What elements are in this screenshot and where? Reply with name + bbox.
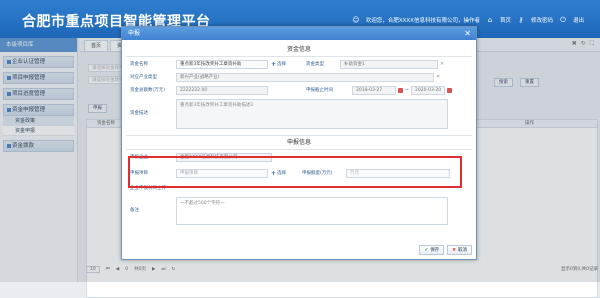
clear-icon[interactable]: ✕ <box>440 60 444 69</box>
button-label: 取消 <box>458 247 467 253</box>
remark-field[interactable]: 一不超过500个字符一 <box>176 197 448 225</box>
cancel-button[interactable]: ✖ 取消 <box>447 245 472 255</box>
key-icon[interactable]: ⚷ <box>517 16 525 24</box>
apply-dialog: 申报 ✕ 资金信息 资金名称 重点新3年技改奖补工章资补助 + 选择 资金类型 补… <box>121 26 477 260</box>
logout-icon[interactable]: ⏻ <box>559 16 567 24</box>
dialog-footer: ✔ 保存 ✖ 取消 <box>419 245 472 255</box>
calendar-icon[interactable] <box>447 88 452 93</box>
date-to-field[interactable]: 2020-03-20 <box>411 86 445 95</box>
amount-field[interactable]: 2222222.00 <box>176 86 268 95</box>
description-label: 资金描述 <box>130 111 148 116</box>
check-icon: ✔ <box>424 247 429 253</box>
industry-field[interactable]: 新兴产业(战略产业) <box>176 73 434 82</box>
dialog-body: 资金信息 资金名称 重点新3年技改奖补工章资补助 + 选择 资金类型 补助资金1 … <box>126 43 472 239</box>
close-icon: ✖ <box>452 247 456 253</box>
fund-type-field[interactable]: 补助资金1 <box>340 60 438 69</box>
save-button[interactable]: ✔ 保存 <box>419 245 445 255</box>
divider <box>126 149 472 150</box>
fund-name-label: 资金名称 <box>130 62 148 67</box>
change-password-link[interactable]: 修改密码 <box>531 16 553 24</box>
remark-label: 备注 <box>130 208 139 213</box>
divider <box>126 56 472 57</box>
dialog-titlebar: 申报 ✕ <box>122 27 476 40</box>
section-apply-info-title: 申报信息 <box>286 139 311 146</box>
header-user-area: ☺ 欢迎您，合肥XXXX信息科技有限公司，操作者 ⌂ 首页 ⚷ 修改密码 ⏻ 退… <box>352 16 584 24</box>
button-label: 保存 <box>430 247 440 253</box>
amount-label: 资金总额数(万元) <box>130 88 166 93</box>
button-label: 选择 <box>277 61 287 67</box>
welcome-text: 欢迎您，合肥XXXX信息科技有限公司，操作者 <box>365 18 480 24</box>
user-icon: ☺ <box>352 16 360 24</box>
close-icon[interactable]: ✕ <box>464 27 471 40</box>
description-field[interactable]: 重点新3年技改奖补工章资补助描述2 <box>176 99 448 129</box>
fund-type-label: 资金类型 <box>306 62 324 67</box>
home-link[interactable]: 首页 <box>500 16 511 24</box>
divider <box>126 135 472 136</box>
clear-icon[interactable]: ✕ <box>436 73 440 82</box>
section-fund-info-title: 资金信息 <box>286 46 311 53</box>
fund-select-button[interactable]: + 选择 <box>271 60 286 69</box>
fund-name-field[interactable]: 重点新3年技改奖补工章资补助 <box>176 60 268 69</box>
dialog-title: 申报 <box>128 30 141 37</box>
highlight-box <box>128 156 462 188</box>
plus-icon: + <box>271 60 277 68</box>
home-icon[interactable]: ⌂ <box>486 16 494 24</box>
calendar-icon[interactable] <box>398 88 403 93</box>
date-from-field[interactable]: 2018-03-27 <box>352 86 396 95</box>
date-separator: ~ <box>405 88 409 93</box>
industry-label: 对应产业类型 <box>130 75 157 80</box>
logout-link[interactable]: 退出 <box>573 16 584 24</box>
deadline-label: 申报截止时间 <box>306 88 333 93</box>
